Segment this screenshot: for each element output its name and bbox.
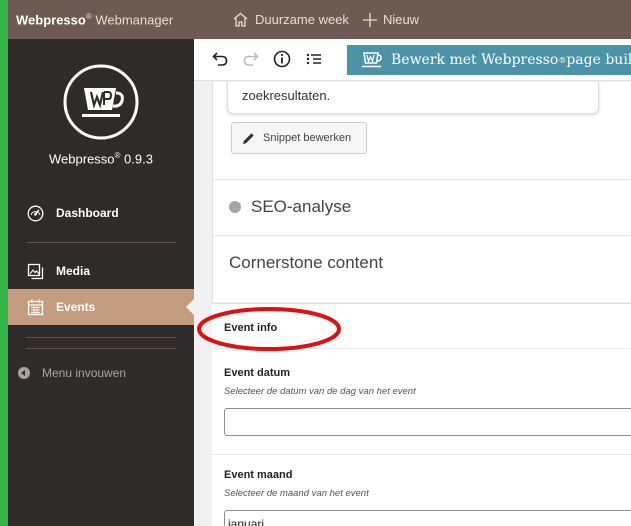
event-month-select[interactable]: januari [224,510,631,526]
edit-snippet-button[interactable]: Snippet bewerken [231,122,367,154]
collapse-menu-button[interactable]: Menu invouwen [8,366,194,380]
status-dot-icon [229,201,241,213]
divider [26,348,176,349]
list-view-icon [306,52,322,66]
new-content-link[interactable]: Nieuw [362,12,420,27]
admin-topbar: Webpresso® Webmanager Duurzame week Nieu… [8,0,631,39]
undo-button[interactable] [210,49,230,69]
collapse-menu-label: Menu invouwen [42,366,127,380]
editor-toolbar: Bewerk met Webpresso® page builder [194,39,631,81]
undo-icon [212,52,228,66]
event-month-description: Selecteer de maand van het event [224,488,369,499]
sidebar-item-label: Dashboard [56,206,119,220]
product-version: Webpresso® 0.9.3 [49,151,153,167]
event-date-input[interactable] [224,408,631,436]
sidebar-item-media[interactable]: Media [8,253,194,289]
webpresso-logo [62,63,140,141]
outline-button[interactable] [304,49,324,69]
edit-snippet-label: Snippet bewerken [263,132,352,144]
plus-icon [362,12,377,27]
sidebar-item-label: Media [56,264,91,278]
divider [212,454,631,455]
page-builder-button[interactable]: Bewerk met Webpresso® page builder [347,45,631,75]
seo-analysis-label: SEO-analyse [251,197,352,216]
sidebar-item-events[interactable]: Events [8,289,194,325]
yoast-seo-panel: zoekresultaten. Snippet bewerken SEO-ana… [212,82,631,302]
event-date-description: Selecteer de datum van de dag van het ev… [224,386,416,397]
dashboard-icon [26,204,44,222]
calendar-icon [26,298,44,316]
site-link[interactable]: Duurzame week [232,12,349,27]
annotation-ellipse [197,307,341,351]
sidebar-item-dashboard[interactable]: Dashboard [8,195,194,231]
brand[interactable]: Webpresso® Webmanager [8,12,194,27]
webpresso-cup-icon [361,51,383,69]
home-icon [232,12,249,27]
event-date-label: Event datum [224,367,291,379]
media-icon [26,262,44,280]
event-month-label: Event maand [224,469,293,481]
pencil-icon [242,132,255,145]
divider [26,337,176,338]
snippet-preview: zoekresultaten. [227,82,599,114]
redo-icon [243,52,259,66]
seo-analysis-toggle[interactable]: SEO-analyse [213,179,631,234]
divider [26,242,176,243]
cornerstone-toggle[interactable]: Cornerstone content [213,235,631,290]
details-button[interactable] [272,49,292,69]
redo-button[interactable] [241,49,261,69]
cornerstone-label: Cornerstone content [229,253,384,272]
new-label: Nieuw [382,12,420,27]
admin-sidebar: Webpresso® 0.9.3 Dashboard Media Events … [8,39,194,526]
sidebar-item-label: Events [56,300,96,314]
site-name: Duurzame week [255,12,349,27]
collapse-arrow-icon [18,367,30,379]
snippet-text: zoekresultaten. [242,88,331,103]
editor-content: zoekresultaten. Snippet bewerken SEO-ana… [194,82,631,526]
app-window: Webpresso® Webmanager Duurzame week Nieu… [8,0,631,526]
info-icon [273,50,291,68]
